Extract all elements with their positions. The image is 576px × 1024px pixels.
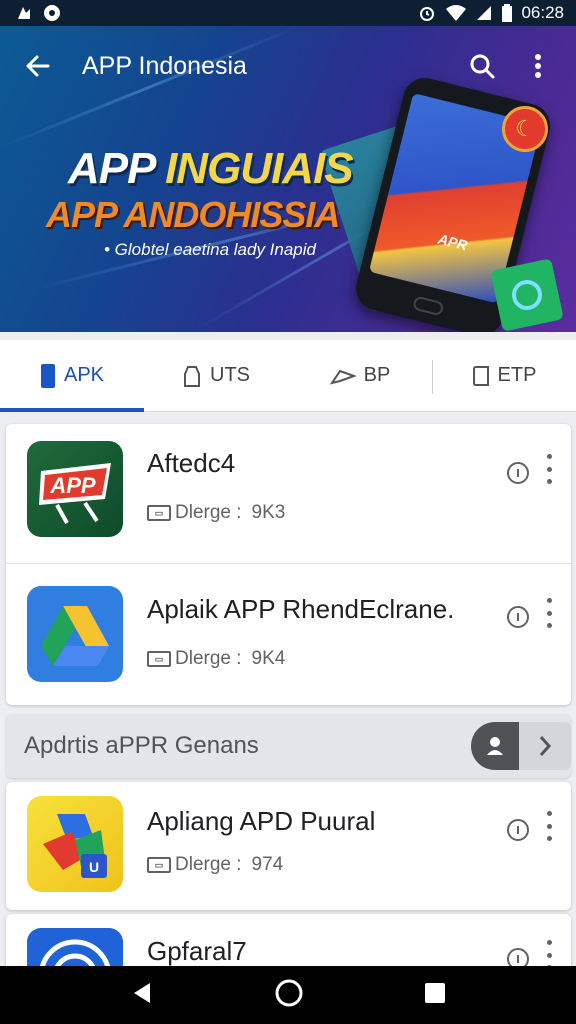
- person-icon: [487, 737, 503, 755]
- document-icon: [472, 365, 489, 386]
- meta-value: 9K3: [251, 502, 286, 523]
- size-icon: ▭: [147, 857, 171, 873]
- wifi-icon: [445, 4, 467, 22]
- search-icon: [470, 54, 495, 79]
- section-title: Apdrtis aPPR Genans: [24, 732, 259, 759]
- tab-apk[interactable]: APK: [0, 340, 144, 412]
- drive-icon: [27, 586, 123, 682]
- list-item[interactable]: APP Aftedc4 ▭ Dlerge : 9K3: [6, 424, 571, 566]
- nav-home-button[interactable]: [274, 978, 304, 1013]
- status-time: 06:28: [521, 3, 564, 22]
- search-button[interactable]: [462, 46, 502, 86]
- tab-label: UTS: [210, 364, 250, 386]
- hero-subtitle: • Globtel eaetina lady Inapid: [104, 240, 316, 259]
- phone-icon: [40, 363, 55, 388]
- notification-icon: [14, 3, 34, 23]
- list-item[interactable]: Gpfaral7: [6, 914, 571, 966]
- info-button[interactable]: [507, 606, 529, 628]
- app-list-card: U Apliang APD Puural ▭ Dlerge : 974: [6, 782, 571, 910]
- app-list-card: Gpfaral7: [6, 914, 571, 966]
- app-notification-icon: [42, 3, 62, 23]
- status-bar: 06:28: [0, 0, 576, 26]
- info-button[interactable]: [507, 462, 529, 484]
- tab-label: ETP: [497, 364, 537, 386]
- section-next-button[interactable]: [519, 722, 571, 770]
- nav-back-button[interactable]: [130, 981, 154, 1010]
- nav-recents-button[interactable]: [424, 982, 446, 1009]
- list-item[interactable]: U Apliang APD Puural ▭ Dlerge : 974: [6, 782, 571, 910]
- triangle-back-icon: [134, 982, 150, 1003]
- more-options-button[interactable]: [543, 940, 555, 966]
- hero-headline: APP INGUIAIS: [68, 144, 354, 193]
- section-toggle-button[interactable]: [471, 722, 519, 770]
- puzzle-app-icon: U: [27, 796, 123, 892]
- size-icon: ▭: [147, 505, 171, 521]
- chevron-right-icon: [539, 736, 552, 756]
- info-button[interactable]: [507, 948, 529, 966]
- size-icon: ▭: [147, 651, 171, 667]
- app-list-card: APP Aftedc4 ▭ Dlerge : 9K3 Aplaik APP Rh…: [6, 424, 571, 705]
- app-title: Gpfaral7: [147, 936, 247, 966]
- overflow-menu-button[interactable]: [518, 46, 558, 86]
- tab-bp[interactable]: BP: [288, 340, 432, 411]
- app-title: Apliang APD Puural: [147, 806, 376, 836]
- more-options-button[interactable]: [543, 454, 555, 484]
- app-meta: ▭ Dlerge : 9K3: [147, 502, 285, 524]
- app-title: Aplaik APP RhendEclrane.: [147, 594, 455, 624]
- tab-label: BP: [363, 364, 391, 386]
- tab-etp[interactable]: ETP: [432, 340, 576, 411]
- app-meta: ▭ Dlerge : 9K4: [147, 648, 285, 670]
- meta-label: Dlerge :: [175, 502, 242, 523]
- hero-banner: APP Indonesia APR ☾ APP INGUIAIS APP AND…: [0, 26, 576, 332]
- target-app-icon: [27, 928, 123, 966]
- bag-icon: [184, 365, 200, 387]
- send-icon: [329, 369, 356, 385]
- app-logo-icon: APP: [27, 441, 123, 537]
- category-tabs: APK UTS BP ETP: [0, 340, 576, 412]
- app-meta: ▭ Dlerge : 974: [147, 854, 283, 876]
- section-header: Apdrtis aPPR Genans: [6, 714, 571, 778]
- info-button[interactable]: [507, 819, 529, 841]
- more-vert-icon: [535, 54, 541, 78]
- list-item[interactable]: Aplaik APP RhendEclrane. ▭ Dlerge : 9K4: [6, 563, 571, 705]
- meta-label: Dlerge :: [175, 648, 242, 669]
- more-options-button[interactable]: [543, 811, 555, 841]
- arrow-left-icon: [26, 55, 50, 77]
- circle-home-icon: [275, 979, 303, 1006]
- square-recents-icon: [425, 982, 445, 1003]
- meta-value: 9K4: [251, 648, 286, 669]
- green-app-badge-icon: [490, 258, 564, 332]
- app-title: Aftedc4: [147, 448, 236, 478]
- system-nav-bar: [0, 966, 576, 1024]
- signal-icon: [475, 4, 493, 22]
- tab-uts[interactable]: UTS: [144, 340, 288, 411]
- hero-headline-secondary: APP ANDOHISSIA: [46, 194, 340, 235]
- battery-icon: [501, 4, 513, 22]
- svg-text:APP: APP: [49, 473, 96, 498]
- tab-label: APK: [63, 364, 105, 386]
- alarm-icon: [417, 3, 437, 23]
- svg-text:U: U: [89, 859, 99, 875]
- flag-badge-icon: ☾: [502, 106, 548, 152]
- page-title: APP Indonesia: [82, 51, 247, 80]
- meta-label: Dlerge :: [175, 854, 242, 875]
- more-options-button[interactable]: [543, 598, 555, 628]
- tab-divider: [432, 360, 433, 394]
- back-button[interactable]: [18, 46, 58, 86]
- meta-value: 974: [251, 854, 284, 875]
